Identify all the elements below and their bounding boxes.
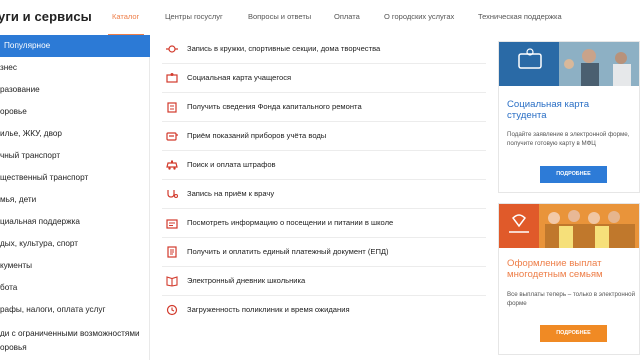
nav-catalog[interactable]: Каталог — [112, 12, 139, 21]
service-item-school-attendance[interactable]: Посмотреть информацию о посещении и пита… — [162, 209, 486, 238]
service-label: Приём показаний приборов учёта воды — [187, 131, 327, 140]
sidebar-item-education[interactable]: разование — [0, 79, 150, 101]
service-item-clubs[interactable]: Запись в кружки, спортивные секции, дома… — [162, 35, 486, 64]
sidebar-item-label: чный транспорт — [0, 151, 61, 160]
sidebar-item-label: разование — [0, 85, 40, 94]
top-header: уги и сервисы Каталог Центры госуслуг Во… — [0, 0, 640, 36]
water-meter-icon — [165, 130, 179, 142]
service-label: Получить и оплатить единый платежный док… — [187, 247, 389, 256]
nav-service-centers[interactable]: Центры госуслуг — [165, 12, 223, 21]
sidebar-item-health[interactable]: оровье — [0, 101, 150, 123]
promo-card-student[interactable]: Социальная карта студента Подайте заявле… — [498, 41, 640, 193]
sidebar-item-label: Популярное — [4, 41, 51, 50]
card-title: Оформление выплат — [507, 258, 602, 269]
service-item-fines[interactable]: Поиск и оплата штрафов — [162, 151, 486, 180]
nav-tech-support[interactable]: Техническая поддержка — [478, 12, 562, 21]
sidebar-item-social-support[interactable]: циальная поддержка — [0, 211, 150, 233]
service-label: Получить сведения Фонда капитального рем… — [187, 102, 362, 111]
service-label: Загруженность поликлиник и время ожидани… — [187, 305, 350, 314]
service-label: Поиск и оплата штрафов — [187, 160, 276, 169]
large-families-image — [499, 204, 639, 248]
document-icon — [165, 246, 179, 258]
sidebar-item-label: кументы — [0, 261, 33, 270]
sidebar-item-label: рафы, налоги, оплата услуг — [0, 305, 106, 314]
nav-faq[interactable]: Вопросы и ответы — [248, 12, 311, 21]
card-description: форме — [507, 300, 527, 307]
sidebar-item-label: дых, культура, спорт — [0, 239, 78, 248]
service-item-school-diary[interactable]: Электронный дневник школьника — [162, 267, 486, 296]
stethoscope-icon — [165, 188, 179, 200]
sidebar-item-label: циальная поддержка — [0, 217, 80, 226]
sidebar-item-business[interactable]: знес — [0, 57, 150, 79]
service-item-doctor-appointment[interactable]: Запись на приём к врачу — [162, 180, 486, 209]
building-icon — [165, 101, 179, 113]
large-families-details-button[interactable]: ПОДРОБНЕЕ — [540, 325, 607, 342]
sidebar-item-label: ди с ограниченными возможностями — [0, 329, 140, 337]
nav-payment[interactable]: Оплата — [334, 12, 360, 21]
student-card-details-button[interactable]: ПОДРОБНЕЕ — [540, 166, 607, 183]
sidebar-item-label: щественный транспорт — [0, 173, 89, 182]
card-description: Все выплаты теперь – только в электронно… — [507, 291, 636, 298]
card-title: Социальная карта — [507, 99, 590, 110]
sidebar-item-popular[interactable]: Популярное — [0, 35, 150, 57]
sidebar-item-label: бота — [0, 283, 18, 292]
service-item-clinic-load[interactable]: Загруженность поликлиник и время ожидани… — [162, 296, 486, 325]
card-description: получите готовую карту в МФЦ — [507, 140, 596, 147]
sidebar-item-label: знес — [0, 63, 17, 72]
sidebar-item-label: илье, ЖКУ, двор — [0, 129, 62, 138]
sidebar-item-work[interactable]: бота — [0, 277, 150, 299]
service-item-water-meters[interactable]: Приём показаний приборов учёта воды — [162, 122, 486, 151]
service-label: Запись на приём к врачу — [187, 189, 275, 198]
portal-title[interactable]: уги и сервисы — [0, 9, 92, 24]
service-label: Социальная карта учащегося — [187, 73, 292, 82]
sidebar-item-leisure[interactable]: дых, культура, спорт — [0, 233, 150, 255]
service-label: Электронный дневник школьника — [187, 276, 306, 285]
sidebar-item-disabilities[interactable]: ди с ограниченными возможностями — [0, 323, 150, 337]
card-description: Подайте заявление в электронной форме, — [507, 131, 630, 138]
service-item-repair-fund[interactable]: Получить сведения Фонда капитального рем… — [162, 93, 486, 122]
sidebar-item-label: оровье — [0, 107, 27, 116]
sidebar-item-fines-taxes[interactable]: рафы, налоги, оплата услуг — [0, 299, 150, 321]
sidebar-item-label: оровья — [0, 343, 27, 352]
sidebar-item-public-transport[interactable]: щественный транспорт — [0, 167, 150, 189]
card-icon — [165, 72, 179, 84]
ball-icon — [165, 43, 179, 55]
diary-icon — [165, 275, 179, 287]
sidebar-item-family[interactable]: мья, дети — [0, 189, 150, 211]
student-card-image — [499, 42, 639, 86]
category-sidebar: Популярное знес разование оровье илье, Ж… — [0, 35, 150, 360]
nav-city-services[interactable]: О городских услугах — [384, 12, 454, 21]
school-icon — [165, 217, 179, 229]
service-item-epd[interactable]: Получить и оплатить единый платежный док… — [162, 238, 486, 267]
sidebar-item-housing[interactable]: илье, ЖКУ, двор — [0, 123, 150, 145]
card-title: многодетным семьям — [507, 269, 603, 280]
card-title: студента — [507, 110, 547, 121]
service-label: Посмотреть информацию о посещении и пита… — [187, 218, 394, 227]
sidebar-item-private-transport[interactable]: чный транспорт — [0, 145, 150, 167]
service-item-student-card[interactable]: Социальная карта учащегося — [162, 64, 486, 93]
sidebar-item-disabilities-cont[interactable]: оровья — [0, 337, 150, 353]
sidebar-item-label: мья, дети — [0, 195, 37, 204]
sidebar-item-documents[interactable]: кументы — [0, 255, 150, 277]
police-car-icon — [165, 159, 179, 171]
clock-icon — [165, 304, 179, 316]
service-label: Запись в кружки, спортивные секции, дома… — [187, 44, 381, 53]
promo-card-large-families[interactable]: Оформление выплат многодетным семьям Все… — [498, 203, 640, 355]
